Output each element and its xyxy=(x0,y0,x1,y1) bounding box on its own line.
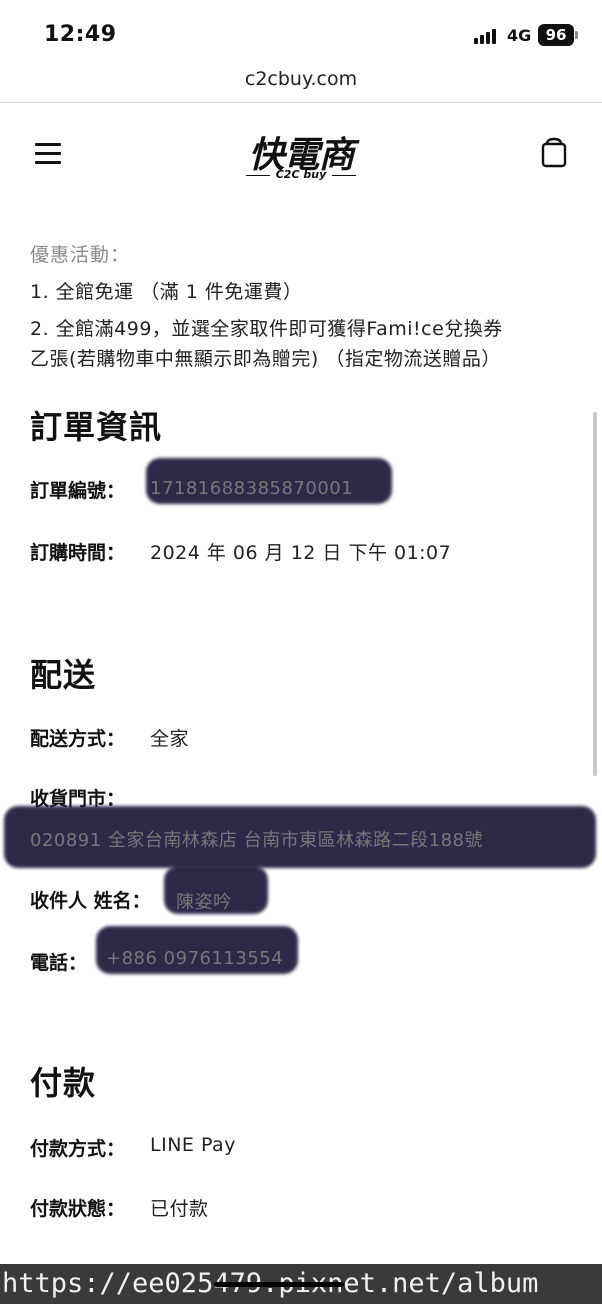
payment-status-label: 付款狀態： xyxy=(30,1198,126,1220)
pickup-store-value: 020891 全家台南林森店 台南市東區林森路二段188號 xyxy=(30,830,484,851)
logo-subtext: C2C buy xyxy=(236,168,366,181)
order-time-value: 2024 年 06 月 12 日 下午 01:07 xyxy=(150,542,452,564)
shipping-title: 配送 xyxy=(30,656,97,694)
scrollbar[interactable] xyxy=(593,412,597,776)
battery-tip xyxy=(575,31,578,39)
cellular-signal-icon xyxy=(474,28,500,44)
site-logo[interactable]: 快電商 C2C buy xyxy=(236,126,366,184)
home-indicator[interactable] xyxy=(214,1282,344,1287)
hamburger-menu-icon[interactable] xyxy=(35,143,61,165)
shipping-method-label: 配送方式： xyxy=(30,728,126,750)
phone-value: +886 0976113554 xyxy=(106,948,284,969)
address-bar[interactable]: c2cbuy.com xyxy=(0,68,602,90)
promo-line: 乙張(若購物車中無顯示即為贈完) （指定物流送贈品） xyxy=(30,348,501,370)
promo-title: 優惠活動： xyxy=(30,244,131,266)
shopping-bag-icon[interactable] xyxy=(540,136,568,168)
order-number-value: 17181688385870001 xyxy=(150,478,354,499)
order-time-label: 訂購時間： xyxy=(30,542,126,564)
payment-method-value: LINE Pay xyxy=(150,1134,236,1156)
promo-line: 2. 全館滿499，並選全家取件即可獲得Fami!ce兌換券 xyxy=(30,318,503,340)
order-number-label: 訂單編號： xyxy=(30,480,126,502)
battery-icon: 96 xyxy=(538,24,574,46)
recipient-name-label: 收件人 姓名： xyxy=(30,890,151,912)
payment-title: 付款 xyxy=(30,1064,97,1102)
status-time: 12:49 xyxy=(44,22,117,47)
shipping-method-value: 全家 xyxy=(150,728,190,750)
payment-status-value: 已付款 xyxy=(150,1198,209,1220)
order-info-title: 訂單資訊 xyxy=(30,408,163,446)
payment-method-label: 付款方式： xyxy=(30,1138,126,1160)
recipient-name-value: 陳姿吟 xyxy=(176,892,232,913)
network-type: 4G xyxy=(507,26,532,45)
phone-label: 電話： xyxy=(30,952,88,974)
divider xyxy=(0,102,602,103)
promo-line: 1. 全館免運 （滿 1 件免運費） xyxy=(30,281,303,303)
